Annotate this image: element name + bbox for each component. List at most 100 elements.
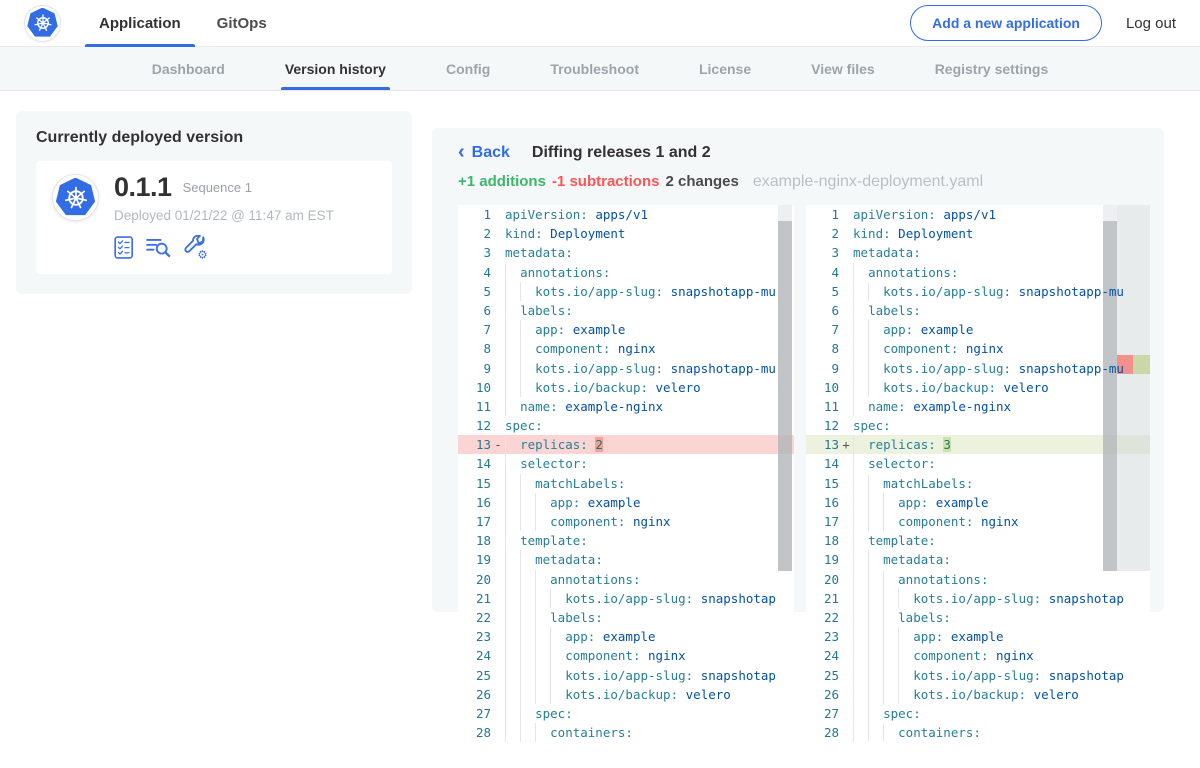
kubernetes-logo — [24, 5, 61, 42]
diff-sign — [491, 320, 505, 339]
code-text: metadata: — [505, 243, 794, 262]
line-number: 9 — [458, 359, 491, 378]
line-number: 7 — [806, 320, 839, 339]
code-text: kots.io/app-slug: snapshotap — [505, 666, 794, 685]
code-text: component: nginx — [505, 646, 794, 665]
tab-config[interactable]: Config — [446, 47, 490, 90]
line-number: 19 — [806, 550, 839, 569]
nav-tab-gitops[interactable]: GitOps — [203, 0, 281, 46]
diff-sign — [839, 359, 853, 378]
nav-tab-application[interactable]: Application — [85, 0, 195, 46]
line-number: 1 — [806, 205, 839, 224]
line-number: 3 — [458, 243, 491, 262]
changes-count: 2 changes — [665, 173, 738, 190]
top-nav: ApplicationGitOps Add a new application … — [0, 0, 1200, 47]
code-line: 1 apiVersion: apps/v1 — [806, 205, 1150, 224]
deployed-timestamp: Deployed 01/21/22 @ 11:47 am EST — [114, 208, 334, 223]
code-text: component: nginx — [853, 512, 1150, 531]
kubernetes-wheel-icon — [33, 13, 53, 33]
line-number: 21 — [806, 589, 839, 608]
logout-button[interactable]: Log out — [1126, 15, 1176, 32]
tab-license[interactable]: License — [699, 47, 751, 90]
code-line: 17 component: nginx — [806, 512, 1150, 531]
line-number: 16 — [806, 493, 839, 512]
code-text: spec: — [853, 704, 1150, 723]
code-line: 10 kots.io/backup: velero — [806, 378, 1150, 397]
line-number: 2 — [806, 224, 839, 243]
back-button[interactable]: ‹ Back — [458, 144, 510, 162]
tab-registry-settings[interactable]: Registry settings — [935, 47, 1049, 90]
line-number: 27 — [806, 704, 839, 723]
line-number: 28 — [458, 723, 491, 742]
tab-version-history[interactable]: Version history — [285, 47, 386, 90]
diff-sign — [839, 243, 853, 262]
diff-sign — [491, 512, 505, 531]
tab-dashboard[interactable]: Dashboard — [152, 47, 225, 90]
diff-sign — [491, 359, 505, 378]
tab-troubleshoot[interactable]: Troubleshoot — [550, 47, 639, 90]
diff-sign — [491, 263, 505, 282]
diff-sign — [839, 454, 853, 473]
code-text: component: nginx — [505, 512, 794, 531]
line-number: 22 — [458, 608, 491, 627]
config-button wrench-gear-icon[interactable]: ⚙ — [183, 235, 208, 259]
diff-sign — [491, 685, 505, 704]
code-text: kots.io/app-slug: snapshotap — [853, 666, 1150, 685]
code-text: selector: — [505, 454, 794, 473]
deployed-version-info: 0.1.1 Sequence 1 Deployed 01/21/22 @ 11:… — [114, 174, 334, 259]
line-number: 23 — [806, 627, 839, 646]
code-line: 6 labels: — [458, 301, 794, 320]
code-line: 16 app: example — [806, 493, 1150, 512]
diff-panel-modified[interactable]: 1apiVersion: apps/v12kind: Deployment3me… — [806, 205, 1150, 745]
app-logo — [52, 174, 99, 221]
code-text: matchLabels: — [505, 474, 794, 493]
diff-sign — [839, 493, 853, 512]
code-line: 11 name: example-nginx — [458, 397, 794, 416]
code-line: 28 containers: — [458, 723, 794, 742]
diff-sign — [839, 282, 853, 301]
code-text: containers: — [505, 723, 794, 742]
code-text: kind: Deployment — [853, 224, 1150, 243]
diff-sign — [839, 550, 853, 569]
code-line: 9 kots.io/app-slug: snapshotapp-mu — [458, 359, 794, 378]
diff-panel-original[interactable]: 1apiVersion: apps/v12kind: Deployment3me… — [458, 205, 794, 745]
diff-sign — [839, 339, 853, 358]
diff-sign — [491, 378, 505, 397]
tab-view-files[interactable]: View files — [811, 47, 875, 90]
code-text: replicas: 3 — [853, 435, 1150, 454]
code-text: app: example — [853, 627, 1150, 646]
back-label: Back — [472, 144, 510, 162]
code-line: 8 component: nginx — [458, 339, 794, 358]
code-text: app: example — [853, 320, 1150, 339]
view-diff-button search-lines-icon[interactable] — [146, 236, 172, 258]
code-line: 5 kots.io/app-slug: snapshotapp-mu — [806, 282, 1150, 301]
code-line: 5 kots.io/app-slug: snapshotapp-mu — [458, 282, 794, 301]
line-number: 18 — [806, 531, 839, 550]
code-line: 3 metadata: — [458, 243, 794, 262]
diff-sign — [491, 589, 505, 608]
code-text: apiVersion: apps/v1 — [853, 205, 1150, 224]
diff-sign — [839, 608, 853, 627]
diff-card: ‹ Back Diffing releases 1 and 2 +1 addit… — [432, 128, 1164, 612]
release-notes-button checklist-icon[interactable] — [114, 236, 135, 259]
code-text: kots.io/app-slug: snapshotap — [853, 589, 1150, 608]
code-line: 12spec: — [806, 416, 1150, 435]
diff-sign — [839, 512, 853, 531]
code-text: labels: — [505, 608, 794, 627]
diff-sign — [839, 723, 853, 742]
code-line: 2kind: Deployment — [458, 224, 794, 243]
code-text: kind: Deployment — [505, 224, 794, 243]
main-content: Currently deployed version — [0, 91, 1200, 768]
code-text: template: — [505, 531, 794, 550]
add-application-button[interactable]: Add a new application — [910, 5, 1102, 41]
additions-count: +1 additions — [458, 173, 546, 190]
code-text: spec: — [505, 416, 794, 435]
line-number: 4 — [458, 263, 491, 282]
code-line: 15 matchLabels: — [806, 474, 1150, 493]
line-number: 14 — [806, 454, 839, 473]
kubernetes-wheel-icon — [63, 185, 89, 211]
line-number: 1 — [458, 205, 491, 224]
code-line: 10 kots.io/backup: velero — [458, 378, 794, 397]
code-line: 21 kots.io/app-slug: snapshotap — [458, 589, 794, 608]
currently-deployed-card: Currently deployed version — [16, 111, 412, 294]
